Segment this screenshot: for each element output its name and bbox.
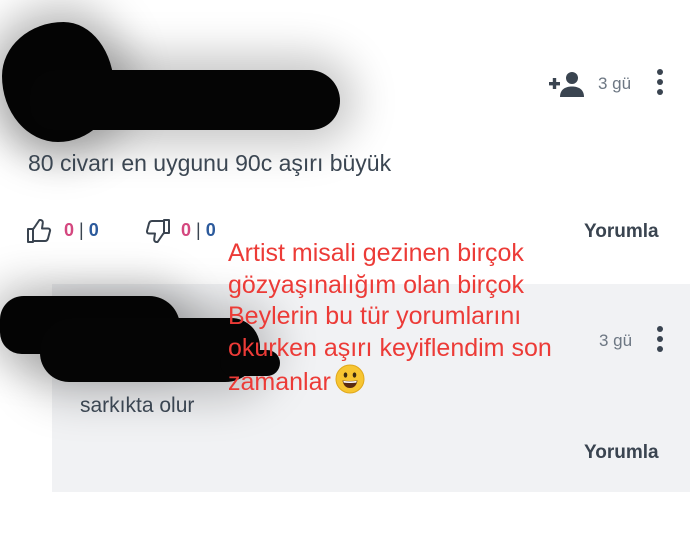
overlay-line: gözyaşınalığım olan birçok [228, 270, 524, 299]
add-user-icon[interactable] [549, 71, 585, 97]
overlay-line: Beylerin bu tür yorumlarını [228, 302, 522, 330]
overlay-caption: Artist misali gezinen birçok gözyaşınalı… [228, 238, 668, 399]
comment-text: sarkıkta olur [80, 394, 195, 417]
overlay-line: zamanlar [228, 368, 331, 396]
overlay-last-line: zamanlar [228, 364, 668, 399]
overlay-line: Artist misali gezinen birçok [228, 239, 524, 267]
thumbs-down-icon[interactable] [145, 218, 171, 244]
overlay-line: okurken aşırı keyiflendim son [228, 333, 552, 362]
comment-time: 3 gü [598, 74, 632, 93]
page-background [0, 492, 690, 546]
comment-text: 80 civarı en uygunu 90c aşırı büyük [28, 150, 392, 176]
more-vertical-icon[interactable] [656, 69, 664, 97]
separator: | [196, 220, 201, 240]
redacted-username [30, 70, 340, 130]
like-counts: 0 | 0 [64, 220, 99, 241]
dislike-counts: 0 | 0 [181, 220, 216, 241]
like-secondary-count: 0 [88, 220, 99, 240]
grinning-face-emoji [335, 364, 365, 394]
thumbs-up-icon[interactable] [26, 218, 52, 244]
dislike-count: 0 [181, 220, 192, 240]
separator: | [79, 220, 84, 240]
dislike-secondary-count: 0 [205, 220, 216, 240]
like-count: 0 [64, 220, 75, 240]
reply-button[interactable]: Yorumla [584, 442, 659, 464]
